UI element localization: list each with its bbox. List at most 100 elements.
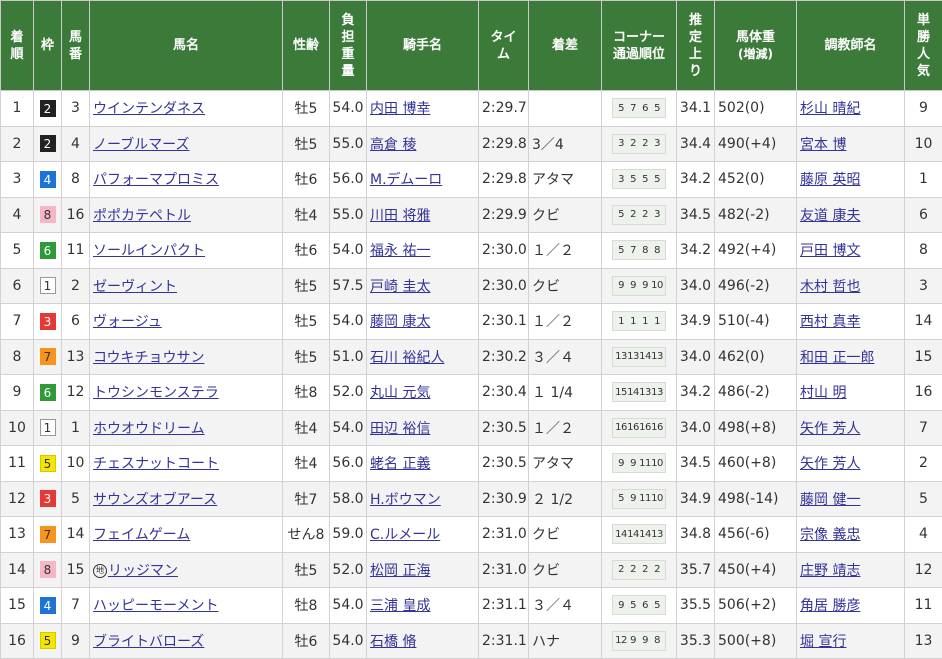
- jockey-link[interactable]: 川田 将雅: [370, 208, 430, 224]
- trainer-link[interactable]: 西村 真幸: [800, 314, 860, 330]
- jockey-link[interactable]: H.ボウマン: [370, 492, 441, 508]
- trainer-link[interactable]: 角居 勝彦: [800, 598, 860, 614]
- corner-position: 5: [651, 174, 663, 185]
- corner-cell: 9565: [602, 588, 677, 624]
- trainer-link[interactable]: 杉山 晴紀: [800, 101, 860, 117]
- waku-badge: 8: [40, 561, 56, 578]
- corner-position: 3: [615, 174, 627, 185]
- horse-link[interactable]: ホウオウドリーム: [93, 421, 205, 437]
- jockey-link[interactable]: 蛯名 正義: [370, 456, 430, 472]
- trainer-cell: 矢作 芳人: [797, 410, 905, 446]
- corner-positions: 14141413: [612, 524, 666, 544]
- horse-cell: チェスナットコート: [90, 446, 283, 482]
- header-jockey[interactable]: 騎手名: [367, 1, 479, 91]
- trainer-link[interactable]: 矢作 芳人: [800, 421, 860, 437]
- last3f-cell: 35.5: [677, 588, 715, 624]
- header-sex-age[interactable]: 性齢: [283, 1, 330, 91]
- jockey-cell: 福永 祐一: [367, 233, 479, 269]
- jockey-link[interactable]: 石橋 脩: [370, 634, 416, 650]
- header-corner[interactable]: コーナー通過順位: [602, 1, 677, 91]
- jockey-link[interactable]: 石川 裕紀人: [370, 350, 444, 366]
- header-umaban[interactable]: 馬番: [62, 1, 90, 91]
- trainer-link[interactable]: 矢作 芳人: [800, 456, 860, 472]
- popularity-cell: 12: [905, 552, 942, 588]
- jockey-link[interactable]: 高倉 稜: [370, 137, 416, 153]
- trainer-link[interactable]: 藤原 英昭: [800, 172, 860, 188]
- weight-cell: 56.0: [330, 446, 367, 482]
- header-body-weight[interactable]: 馬体重(増減): [715, 1, 797, 91]
- trainer-link[interactable]: 藤岡 健一: [800, 492, 860, 508]
- horse-link[interactable]: ゼーヴィント: [93, 279, 177, 295]
- rank-cell: 9: [1, 375, 34, 411]
- trainer-cell: 庄野 靖志: [797, 552, 905, 588]
- waku-cell: 1: [34, 268, 62, 304]
- jockey-link[interactable]: 丸山 元気: [370, 385, 430, 401]
- body-weight-cell: 456(-6): [715, 517, 797, 553]
- jockey-link[interactable]: 戸崎 圭太: [370, 279, 430, 295]
- jockey-link[interactable]: 福永 祐一: [370, 243, 430, 259]
- corner-position: 9: [639, 280, 651, 291]
- jockey-link[interactable]: 内田 博幸: [370, 101, 430, 117]
- horse-link[interactable]: フェイムゲーム: [93, 527, 190, 543]
- header-rank[interactable]: 着順: [1, 1, 34, 91]
- horse-link[interactable]: ハッピーモーメント: [93, 598, 218, 614]
- header-popularity[interactable]: 単勝人気: [905, 1, 942, 91]
- horse-cell: サウンズオブアース: [90, 481, 283, 517]
- waku-badge: 3: [40, 490, 56, 507]
- trainer-link[interactable]: 木村 哲也: [800, 279, 860, 295]
- header-horse[interactable]: 馬名: [90, 1, 283, 91]
- horse-link[interactable]: サウンズオブアース: [93, 492, 217, 508]
- jockey-link[interactable]: 松岡 正海: [370, 563, 430, 579]
- trainer-cell: 宮本 博: [797, 126, 905, 162]
- umaban-cell: 10: [62, 446, 90, 482]
- weight-cell: 59.0: [330, 517, 367, 553]
- corner-position: 1: [651, 316, 663, 327]
- margin-cell: クビ: [529, 197, 602, 233]
- trainer-link[interactable]: 和田 正一郎: [800, 350, 874, 366]
- result-rows: 123ウインテンダネス牡554.0内田 博幸2:29.7576534.1502(…: [1, 91, 942, 659]
- time-cell: 2:29.9: [479, 197, 529, 233]
- horse-link[interactable]: コウキチョウサン: [93, 350, 204, 366]
- header-last3f[interactable]: 推定上り: [677, 1, 715, 91]
- header-weight[interactable]: 負担重量: [330, 1, 367, 91]
- trainer-link[interactable]: 戸田 博文: [800, 243, 860, 259]
- trainer-link[interactable]: 友道 康夫: [800, 208, 860, 224]
- horse-link[interactable]: ブライトバローズ: [93, 634, 204, 650]
- horse-link[interactable]: ノーブルマーズ: [93, 137, 189, 153]
- waku-badge: 7: [40, 348, 56, 365]
- corner-position: 6: [639, 600, 651, 611]
- jockey-link[interactable]: 藤岡 康太: [370, 314, 430, 330]
- trainer-link[interactable]: 庄野 靖志: [800, 563, 860, 579]
- popularity-cell: 11: [905, 588, 942, 624]
- horse-link[interactable]: ソールインパクト: [93, 243, 205, 259]
- jockey-link[interactable]: C.ルメール: [370, 527, 440, 543]
- trainer-link[interactable]: 宗像 義忠: [800, 527, 860, 543]
- header-trainer[interactable]: 調教師名: [797, 1, 905, 91]
- rank-cell: 14: [1, 552, 34, 588]
- trainer-link[interactable]: 宮本 博: [800, 137, 846, 153]
- waku-badge: 6: [40, 242, 56, 259]
- horse-link[interactable]: トウシンモンステラ: [93, 385, 219, 401]
- horse-link[interactable]: チェスナットコート: [93, 456, 219, 472]
- trainer-link[interactable]: 村山 明: [800, 385, 846, 401]
- popularity-cell: 4: [905, 517, 942, 553]
- header-time[interactable]: タイム: [479, 1, 529, 91]
- jockey-link[interactable]: 三浦 皇成: [370, 598, 430, 614]
- trainer-link[interactable]: 堀 宣行: [800, 634, 846, 650]
- corner-positions: 2222: [612, 560, 666, 580]
- header-waku[interactable]: 枠: [34, 1, 62, 91]
- horse-link[interactable]: ヴォージュ: [93, 314, 162, 330]
- horse-link[interactable]: ウインテンダネス: [93, 101, 205, 117]
- horse-link[interactable]: リッジマン: [108, 563, 178, 579]
- umaban-cell: 3: [62, 91, 90, 127]
- horse-link[interactable]: ポポカテペトル: [93, 208, 191, 224]
- corner-position: 2: [627, 564, 639, 575]
- corner-position: 5: [615, 493, 627, 504]
- jockey-link[interactable]: M.デムーロ: [370, 172, 442, 188]
- header-margin[interactable]: 着差: [529, 1, 602, 91]
- jockey-link[interactable]: 田辺 裕信: [370, 421, 430, 437]
- rank-cell: 12: [1, 481, 34, 517]
- corner-position: 1: [615, 316, 627, 327]
- horse-link[interactable]: パフォーマプロミス: [93, 172, 219, 188]
- margin-cell: １／２: [529, 233, 602, 269]
